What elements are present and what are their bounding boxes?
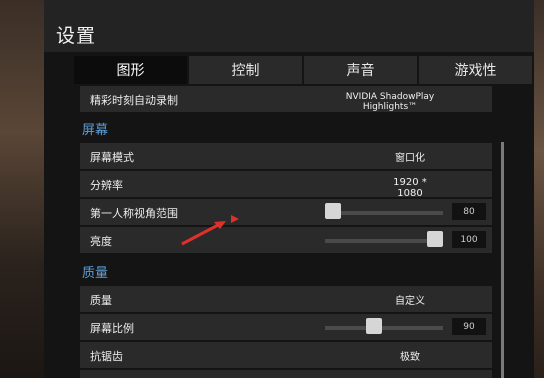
- pointer-triangle: [231, 215, 239, 223]
- arrow-shaft: [181, 222, 221, 246]
- red-arrow-icon: [181, 215, 239, 246]
